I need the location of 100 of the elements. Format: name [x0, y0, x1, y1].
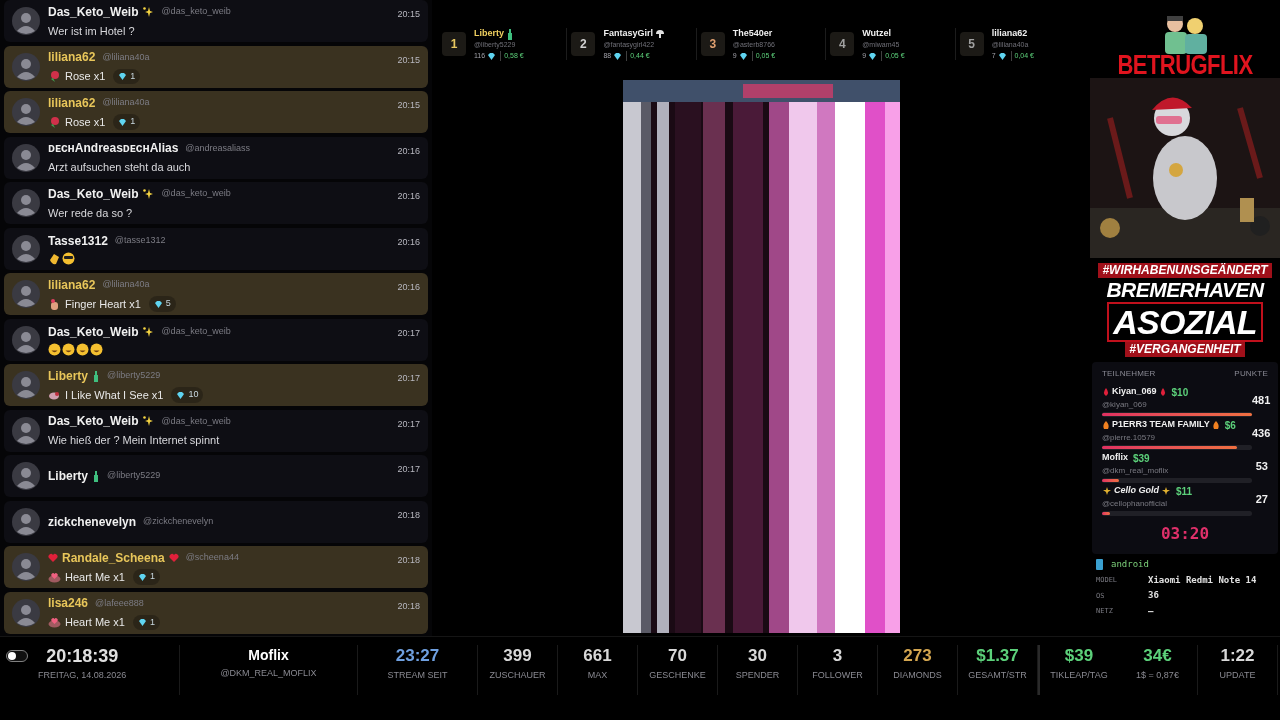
message-time: 20:16: [397, 235, 420, 249]
drop-icon: [1158, 387, 1167, 397]
participant-name: Moflix: [1102, 451, 1128, 465]
phone-icon: [1096, 559, 1103, 571]
username: Tasse1312: [48, 233, 108, 250]
user-handle: @das_keto_weib: [161, 325, 231, 339]
user-handle: @liliana40a: [102, 96, 150, 109]
avatar-icon: [12, 325, 40, 354]
message-text: Wie hieß der ? Mein Internet spinnt: [48, 433, 221, 449]
message-time: 20:17: [397, 372, 420, 385]
banner-text: BREMERHAVEN: [1106, 278, 1264, 302]
field-value: Xiaomi Redmi Note 14: [1148, 573, 1257, 587]
rank-badge: 3: [700, 32, 725, 56]
user-handle: @zickchenevelyn: [143, 514, 214, 528]
gift-name: Rose x1: [65, 114, 106, 130]
laughing-smiley-icon: [90, 343, 103, 356]
mushroom-icon: [654, 28, 665, 39]
message-time: 20:18: [397, 554, 420, 567]
diamond-icon: [487, 51, 497, 61]
rank-badge: 5: [959, 32, 984, 56]
laughing-smiley-icon: [76, 343, 89, 356]
streamer-handle: @DKM_REAL_MOFLIX: [220, 667, 317, 680]
stat-label: GESAMT/STR: [968, 669, 1027, 682]
username: Liberty: [48, 367, 88, 385]
user-handle: @lafeee888: [95, 596, 144, 610]
message-time: 20:16: [397, 281, 420, 294]
avatar-icon: [12, 416, 40, 445]
toggle-switch[interactable]: [6, 650, 28, 662]
stat-value: 273: [903, 645, 932, 667]
heart-icon: [48, 616, 61, 629]
message-text: Arzt aufsuchen steht da auch: [48, 160, 192, 176]
participant-handle: @cellophanofficial: [1102, 498, 1168, 509]
user-handle: @das_keto_weib: [161, 187, 231, 200]
countdown-timer: 03:20: [1160, 523, 1210, 545]
participant-amount: $11: [1176, 484, 1193, 499]
heart-icon: [48, 570, 61, 584]
participant-points: 53: [1255, 459, 1268, 475]
username: lisa246: [48, 595, 89, 613]
sunglasses-smiley-icon: [62, 252, 75, 265]
banner-text: ASOZIAL: [1107, 302, 1263, 342]
stat-label: 1$ = 0,87€: [1136, 669, 1179, 682]
gift-name: Rose x1: [65, 69, 106, 85]
username: Das_Keto_Weib: [48, 185, 139, 203]
avatar-icon: [12, 52, 40, 81]
participant-amount: $39: [1133, 451, 1150, 466]
logo-text: BETRUGFLIX: [1117, 51, 1253, 79]
avatar-icon: [12, 98, 40, 126]
user-handle: @liliana40a: [102, 50, 150, 64]
participant-name: Kiyan_069: [1112, 385, 1157, 399]
message-time: 20:16: [397, 190, 420, 203]
device-platform: android: [1111, 558, 1149, 571]
rank-badge: 1: [442, 32, 466, 56]
diamond-icon: [997, 51, 1007, 61]
field-value: 36: [1148, 589, 1159, 602]
stat-label: TIKLEAP/TAG: [1050, 669, 1108, 682]
message-time: 20:17: [397, 463, 420, 476]
username: liliana62: [48, 276, 96, 294]
stat-value: 23:27: [395, 645, 440, 667]
diamond-icon: [738, 51, 748, 61]
diamond-icon: [118, 117, 128, 127]
user-handle: @scheena44: [185, 551, 239, 564]
username: Randale_Scheena: [62, 549, 165, 567]
avatar-icon: [12, 280, 40, 308]
column-header: PUNKTE: [1234, 368, 1268, 380]
donor-name: The540er: [732, 26, 773, 40]
message-time: 20:18: [397, 599, 420, 613]
streamer-name: Moflix: [248, 646, 289, 665]
username: ᴅᴇᴄʜAndreasᴅᴇᴄʜAlias: [48, 140, 179, 158]
username: zickchenevelyn: [48, 513, 137, 531]
avatar-icon: [12, 598, 40, 627]
flame-icon: [1102, 420, 1110, 430]
column-header: TEILNEHMER: [1102, 368, 1156, 380]
message-time: 20:17: [397, 417, 420, 431]
participant-handle: @kiyan_069: [1102, 399, 1148, 410]
stat-label: FOLLOWER: [812, 669, 863, 682]
stat-label: SPENDER: [735, 669, 780, 682]
username: Das_Keto_Weib: [48, 413, 139, 431]
message-time: 20:15: [397, 8, 420, 21]
diamond-icon: [176, 390, 186, 400]
stat-label: STREAM SEIT: [387, 669, 448, 682]
stat-value: $1.37: [976, 645, 1019, 667]
flame-icon: [1211, 420, 1220, 430]
message-text: Wer rede da so ?: [48, 205, 134, 221]
message-time: 20:16: [397, 144, 420, 158]
diamond-count: 1: [132, 569, 160, 585]
username: Liberty: [48, 468, 88, 485]
avatar-icon: [12, 189, 40, 217]
username: Das_Keto_Weib: [48, 3, 139, 21]
donor-name: Wutzel: [862, 26, 892, 40]
gift-name: Heart Me x1: [65, 569, 125, 585]
participant-points: 436: [1252, 426, 1271, 442]
message-time: 20:18: [397, 508, 420, 522]
participant-name: P1ERR3 TEAM FAMILY: [1112, 418, 1210, 432]
username: liliana62: [48, 49, 96, 67]
sparkle-icon: [142, 187, 155, 200]
diamond-icon: [613, 51, 623, 61]
avatar-icon: [12, 7, 40, 35]
username: Das_Keto_Weib: [48, 324, 139, 341]
stat-value: 1:22: [1220, 645, 1255, 667]
diamond-icon: [137, 572, 147, 582]
